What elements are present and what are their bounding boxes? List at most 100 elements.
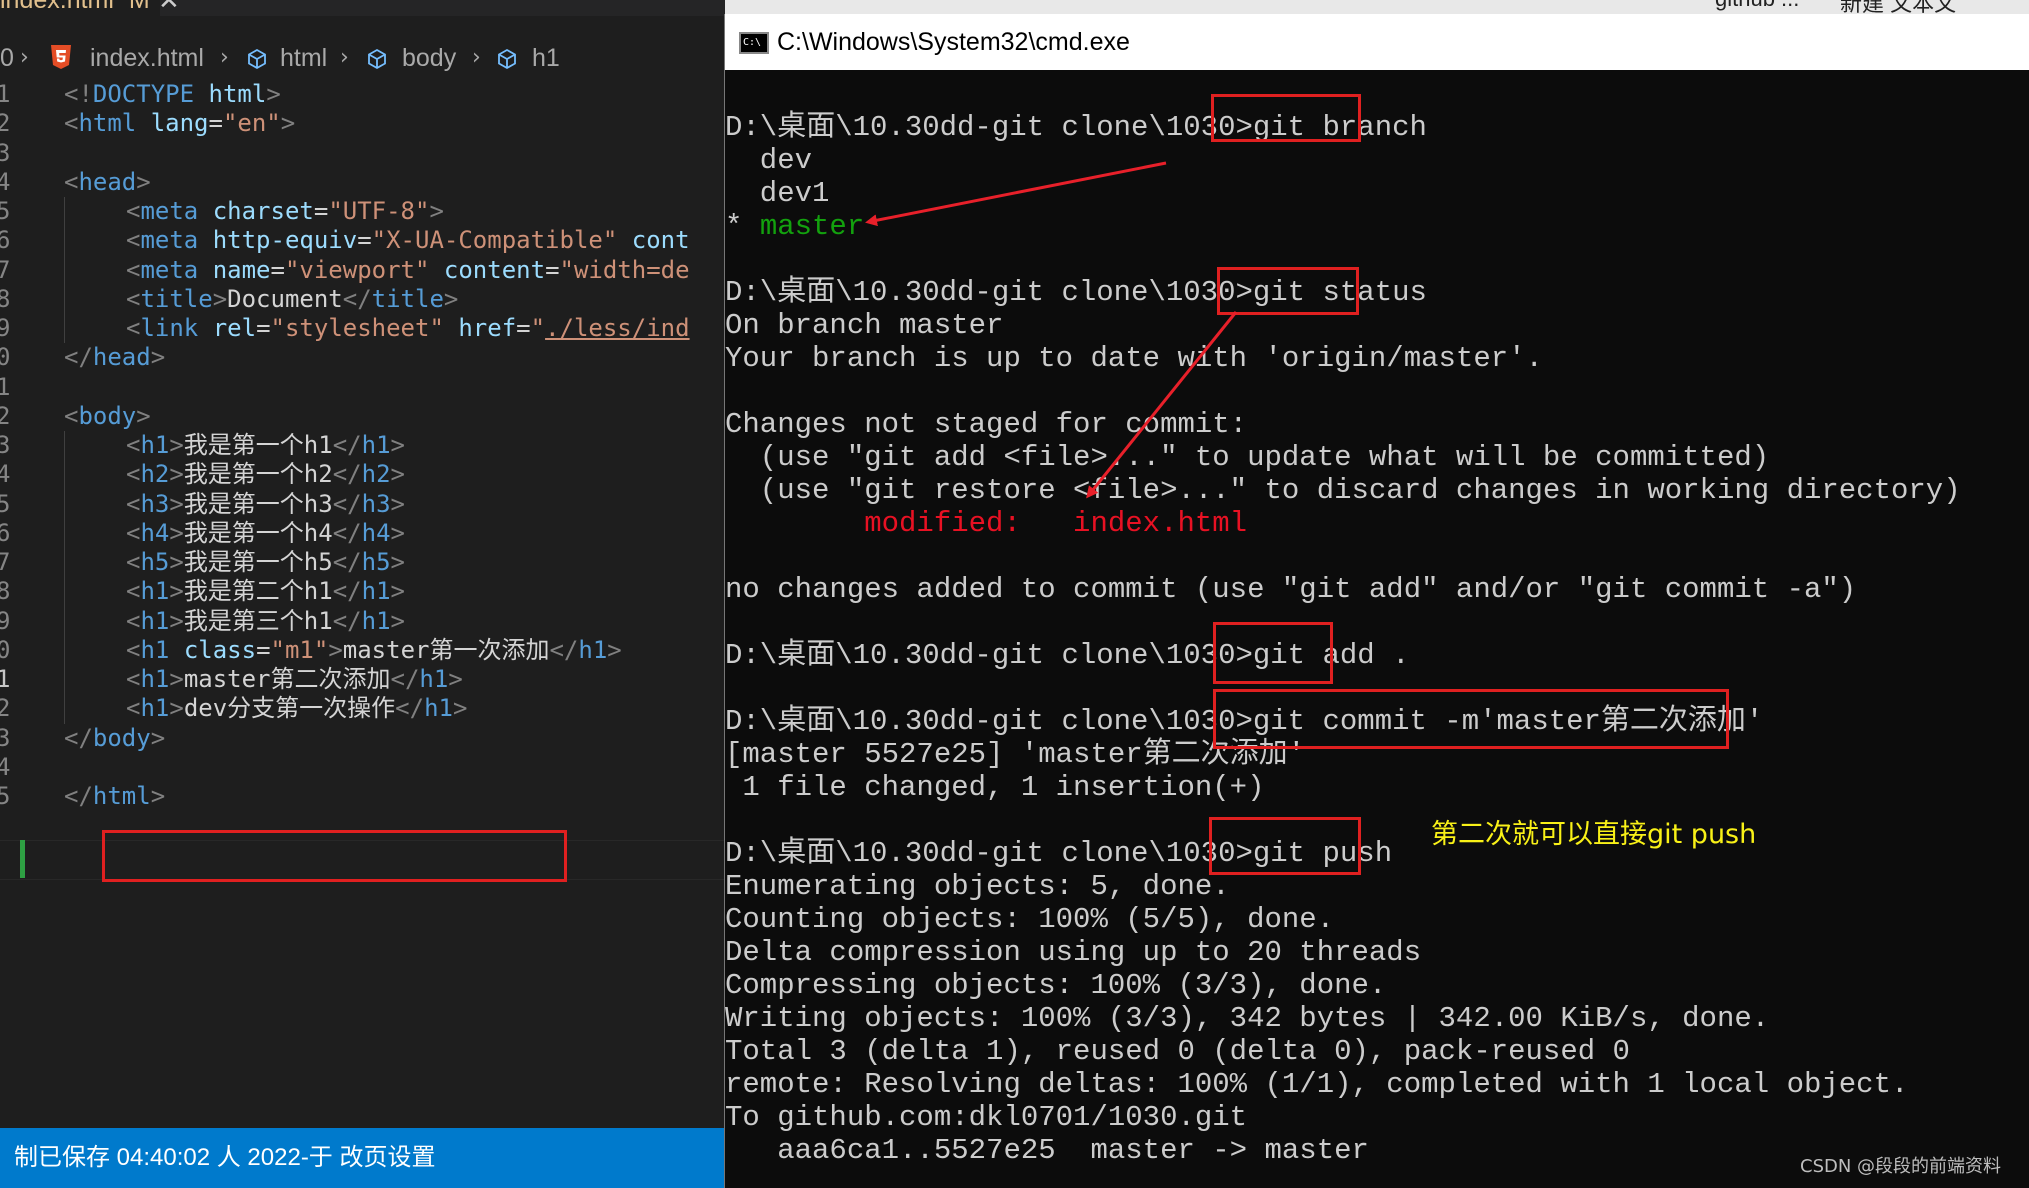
indent-guide (64, 548, 65, 578)
code-line[interactable]: 5 <h3>我是第一个h3</h3> (0, 490, 725, 519)
code-token: </ (342, 284, 372, 313)
cube-icon (248, 48, 266, 70)
code-token: h1 (361, 577, 391, 606)
code-token: > (429, 197, 444, 225)
terminal-line: no changes added to commit (use "git add… (725, 573, 1857, 606)
code-token: link (140, 314, 199, 342)
code-text: <head> (64, 168, 151, 197)
code-line[interactable]: 8 <h1>我是第二个h1</h1> (0, 577, 725, 606)
code-line[interactable]: 6 <meta http-equiv="X-UA-Compatible" cont (0, 226, 725, 255)
code-token: 我是第二个h1 (183, 577, 333, 606)
code-line[interactable]: 2 <body> (0, 402, 725, 431)
code-line[interactable]: 9 <h1>我是第三个h1</h1> (0, 607, 725, 636)
code-line[interactable]: 7 <meta name="viewport" content="width=de (0, 256, 725, 285)
breadcrumb-item-body[interactable]: body (402, 40, 456, 76)
terminal-line: Writing objects: 100% (3/3), 342 bytes |… (725, 1002, 1770, 1035)
code-token: > (280, 109, 296, 138)
code-token: > (136, 167, 151, 196)
window-title: C:\Windows\System32\cmd.exe (777, 28, 1130, 56)
code-token: > (150, 723, 166, 752)
code-token: </ (332, 577, 362, 606)
line-number: 3 (0, 723, 11, 752)
code-line[interactable]: 0 </head> (0, 343, 725, 372)
annotation-note: 第二次就可以直接git push (1431, 819, 1757, 850)
code-token: < (126, 489, 141, 518)
indent-guide (64, 284, 65, 314)
code-token: DOCTYPE (92, 80, 195, 108)
indent-guide (64, 431, 65, 461)
code-text: <h1>dev分支第一次操作</h1> (126, 694, 467, 723)
indent-guide (64, 197, 65, 227)
line-number: 2 (0, 109, 11, 138)
current-branch-name: master (759, 210, 865, 243)
line-number: 5 (0, 489, 11, 518)
code-line[interactable]: 5 </html> (0, 782, 725, 811)
code-token: </ (332, 606, 362, 635)
code-line[interactable]: 4 (0, 753, 725, 782)
cmd-window[interactable]: C:\ C:\Windows\System32\cmd.exe D:\桌面\10… (724, 14, 2029, 1188)
code-line[interactable]: 0 <h1 class="m1">master第一次添加</h1> (0, 636, 725, 665)
terminal-output[interactable]: D:\桌面\10.30dd-git clone\1030>git branch … (725, 70, 2029, 1188)
terminal-icon: C:\ (739, 32, 769, 54)
code-line[interactable]: 4 <head> (0, 168, 725, 197)
code-token: = (208, 109, 223, 138)
indent-guide (64, 518, 65, 548)
code-token: 我是第一个h5 (183, 548, 333, 576)
code-line[interactable]: 1 <h1>master第二次添加</h1> (0, 665, 725, 694)
code-editor[interactable]: index.html M ✕ 0 › index.html › html › b… (0, 0, 725, 1188)
code-token: h1 (140, 694, 170, 723)
code-token: > (169, 431, 184, 459)
code-token: "UTF-8" (328, 197, 430, 225)
tab-modified-badge: M (128, 0, 150, 14)
tab-index-html[interactable]: index.html M (0, 0, 160, 16)
code-token: > (169, 460, 184, 489)
code-token: title (140, 284, 213, 313)
code-token: h1 (361, 606, 391, 635)
code-token: > (136, 401, 151, 430)
code-line[interactable]: 1 <!DOCTYPE html> (0, 80, 725, 109)
code-token: h1 (578, 635, 608, 664)
indent-guide (64, 665, 65, 695)
code-token: "viewport" (284, 255, 430, 284)
breadcrumb-item-h1[interactable]: h1 (532, 40, 560, 76)
code-line[interactable]: 2 <h1>dev分支第一次操作</h1> (0, 694, 725, 723)
code-line[interactable]: 6 <h4>我是第一个h4</h4> (0, 519, 725, 548)
code-text: <h1>我是第一个h1</h1> (126, 431, 405, 460)
indent-guide (64, 577, 65, 607)
code-token: cont (631, 226, 690, 255)
breadcrumb-item-html[interactable]: html (280, 40, 327, 76)
breadcrumb-file[interactable]: index.html (90, 40, 204, 76)
close-icon[interactable]: ✕ (158, 0, 180, 14)
terminal-line: Changes not staged for commit: (725, 408, 1248, 441)
line-number: 7 (0, 548, 11, 576)
code-line[interactable]: 9 <link rel="stylesheet" href="./less/ind (0, 314, 725, 343)
code-text: <link rel="stylesheet" href="./less/ind (126, 314, 690, 343)
tab-filename: index.html (0, 0, 114, 14)
code-line[interactable]: 2 <html lang="en"> (0, 109, 725, 138)
code-token: h5 (140, 548, 170, 576)
code-token: h3 (361, 489, 391, 518)
code-line[interactable]: 1 (0, 373, 725, 402)
code-token: body (92, 723, 151, 752)
code-line[interactable]: 8 <title>Document</title> (0, 285, 725, 314)
code-token: title (371, 284, 444, 313)
code-text: <meta name="viewport" content="width=de (126, 256, 690, 285)
code-token: h1 (140, 665, 170, 693)
cmd-title-bar[interactable]: C:\ C:\Windows\System32\cmd.exe (725, 14, 2029, 70)
code-token: > (169, 489, 184, 518)
code-line[interactable]: 3 <h1>我是第一个h1</h1> (0, 431, 725, 460)
code-line[interactable]: 3 </body> (0, 724, 725, 753)
code-line[interactable]: 5 <meta charset="UTF-8"> (0, 197, 725, 226)
code-text: <h1>我是第二个h1</h1> (126, 577, 405, 606)
code-token: h1 (419, 665, 449, 693)
code-line[interactable]: 7 <h5>我是第一个h5</h5> (0, 548, 725, 577)
highlight-box-git-status (1217, 267, 1359, 315)
line-number: 6 (0, 518, 11, 547)
code-token: <! (64, 80, 93, 108)
indent-guide (64, 635, 65, 665)
code-line[interactable]: 3 (0, 139, 725, 168)
code-line[interactable]: 4 <h2>我是第一个h2</h2> (0, 460, 725, 489)
